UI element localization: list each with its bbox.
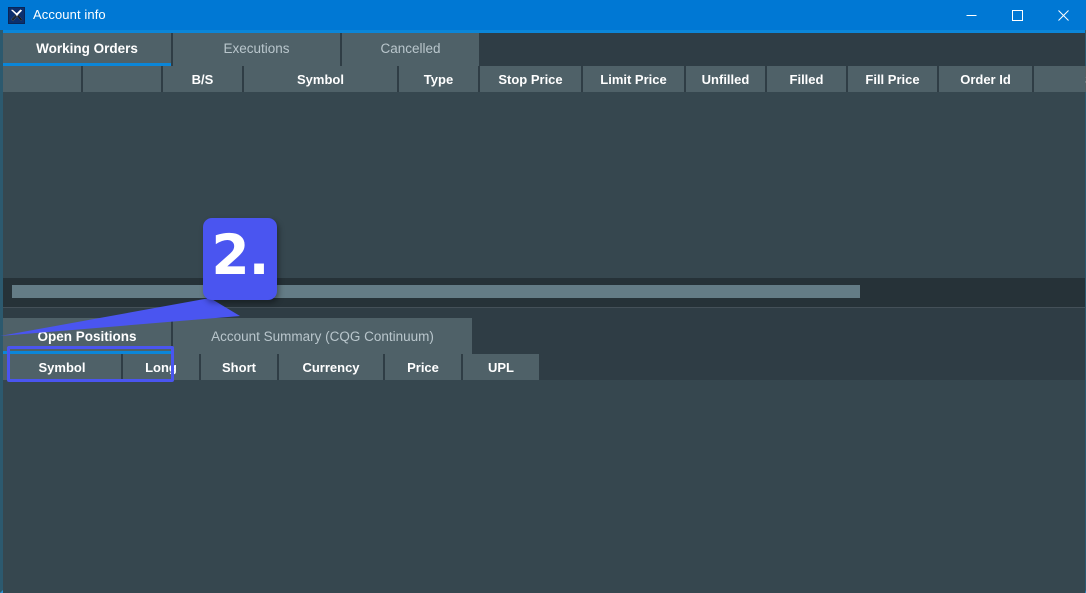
orders-col-filled[interactable]: Filled bbox=[767, 66, 846, 92]
orders-col-blank-0[interactable] bbox=[3, 66, 81, 92]
positions-column-header: Symbol Long Short Currency Price UPL bbox=[3, 354, 1085, 380]
window-controls bbox=[948, 0, 1086, 30]
positions-col-long[interactable]: Long bbox=[123, 354, 199, 380]
positions-col-short[interactable]: Short bbox=[201, 354, 277, 380]
orders-col-fill-price[interactable]: Fill Price bbox=[848, 66, 937, 92]
orders-col-type[interactable]: Type bbox=[399, 66, 478, 92]
orders-col-blank-1[interactable] bbox=[83, 66, 161, 92]
positions-col-currency[interactable]: Currency bbox=[279, 354, 383, 380]
tab-cancelled[interactable]: Cancelled bbox=[342, 30, 479, 66]
title-bar[interactable]: Account info bbox=[0, 0, 1086, 30]
orders-col-unfilled[interactable]: Unfilled bbox=[686, 66, 765, 92]
tab-account-summary[interactable]: Account Summary (CQG Continuum) bbox=[173, 318, 472, 354]
positions-panel: Open Positions Account Summary (CQG Cont… bbox=[3, 318, 1085, 593]
orders-scroll-track[interactable] bbox=[12, 285, 1079, 298]
app-x-logo-icon bbox=[8, 6, 25, 24]
account-info-window: Account info Working Orders Executions C… bbox=[0, 0, 1086, 593]
positions-grid-body bbox=[3, 380, 1085, 593]
orders-col-b-s[interactable]: B/S bbox=[163, 66, 242, 92]
orders-panel: Working Orders Executions Cancelled B/S S… bbox=[3, 30, 1086, 307]
positions-col-upl[interactable]: UPL bbox=[463, 354, 539, 380]
tab-executions[interactable]: Executions bbox=[173, 30, 340, 66]
tab-cancelled-label: Cancelled bbox=[380, 40, 441, 56]
tab-open-positions[interactable]: Open Positions bbox=[3, 318, 171, 354]
positions-tabstrip: Open Positions Account Summary (CQG Cont… bbox=[3, 318, 1085, 382]
tab-open-positions-label: Open Positions bbox=[37, 328, 137, 344]
orders-col-status[interactable]: Status bbox=[1034, 66, 1086, 92]
close-icon[interactable] bbox=[1040, 0, 1086, 30]
orders-col-order-id[interactable]: Order Id bbox=[939, 66, 1032, 92]
orders-column-header: B/S Symbol Type Stop Price Limit Price Unfill… bbox=[3, 66, 1086, 92]
orders-scroll-thumb[interactable] bbox=[12, 285, 860, 298]
tab-working-orders[interactable]: Working Orders bbox=[3, 30, 171, 66]
orders-col-limit-price[interactable]: Limit Price bbox=[583, 66, 684, 92]
window-content: Working Orders Executions Cancelled B/S S… bbox=[0, 30, 1086, 593]
minimize-icon[interactable] bbox=[948, 0, 994, 30]
orders-tabstrip: Working Orders Executions Cancelled bbox=[3, 30, 1085, 66]
orders-grid-body bbox=[3, 92, 1085, 278]
orders-col-symbol[interactable]: Symbol bbox=[244, 66, 397, 92]
tab-working-orders-label: Working Orders bbox=[36, 40, 138, 56]
window-title: Account info bbox=[33, 7, 106, 22]
tab-account-summary-label: Account Summary (CQG Continuum) bbox=[211, 328, 434, 344]
positions-col-price[interactable]: Price bbox=[385, 354, 461, 380]
orders-col-stop-price[interactable]: Stop Price bbox=[480, 66, 581, 92]
positions-col-symbol[interactable]: Symbol bbox=[3, 354, 121, 380]
orders-horizontal-scrollbar[interactable] bbox=[3, 278, 1085, 307]
maximize-icon[interactable] bbox=[994, 0, 1040, 30]
tab-executions-label: Executions bbox=[223, 40, 290, 56]
